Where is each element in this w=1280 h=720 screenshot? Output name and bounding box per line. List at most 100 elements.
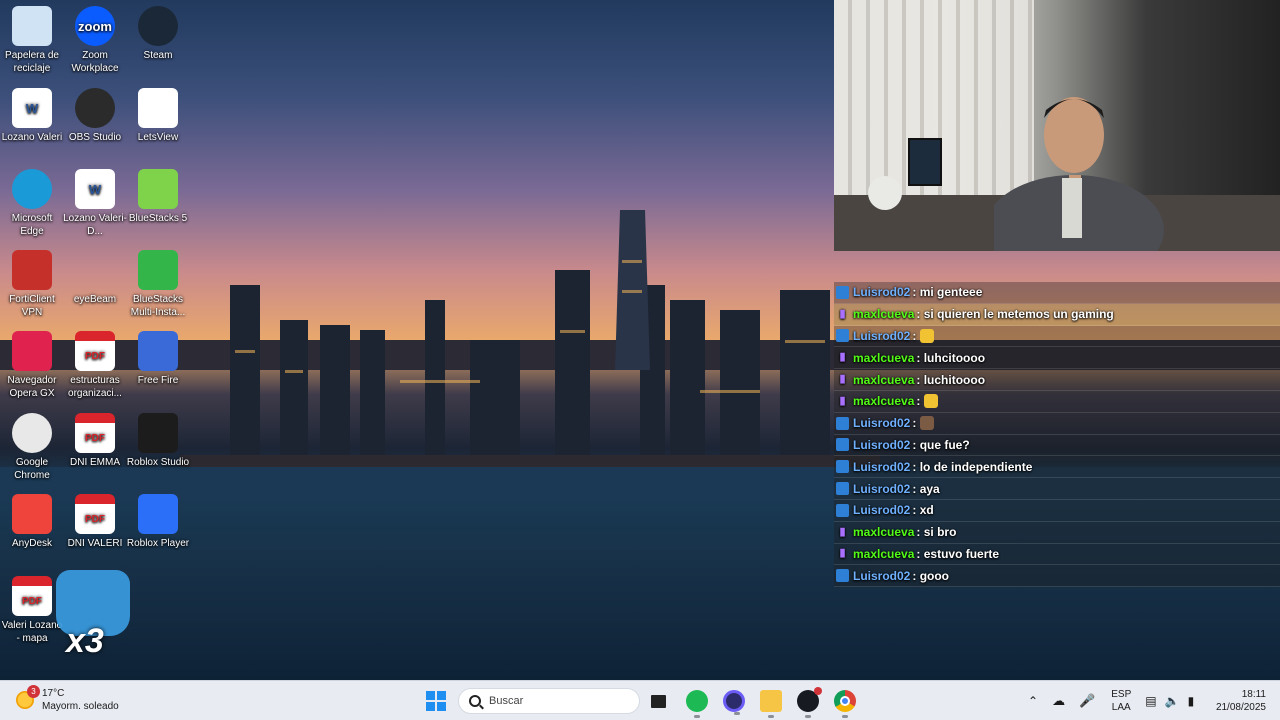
- search-placeholder: Buscar: [489, 695, 524, 707]
- chat-text: : gooo: [912, 568, 950, 583]
- steam-taskbar-icon[interactable]: [797, 687, 822, 718]
- desktop-icon[interactable]: AnyDesk: [0, 494, 64, 550]
- spotify-icon[interactable]: [686, 690, 708, 718]
- pdf-icon: PDF: [75, 331, 115, 371]
- kick-platform-icon: [836, 438, 849, 452]
- zoom-icon: zoom: [75, 6, 115, 46]
- language-code: ESP: [1111, 689, 1132, 700]
- desktop-icon[interactable]: PDF DNI VALERI: [63, 494, 127, 550]
- recycle-bin-icon: [12, 6, 52, 46]
- taskbar-search-box[interactable]: Buscar: [458, 688, 640, 714]
- search-icon: [469, 695, 481, 707]
- twitch-platform-icon: ▮: [839, 373, 846, 386]
- taskbar-clock[interactable]: 18:11 21/08/2025: [1216, 688, 1266, 714]
- chat-message: Luisrod02: xd: [834, 499, 1280, 522]
- chat-username: maxlcueva: [853, 307, 915, 322]
- desktop-icon-label: Steam: [143, 50, 173, 61]
- desktop-icon-label: Roblox Player: [126, 538, 190, 549]
- desktop-icon[interactable]: W Lozano Valeri: [0, 88, 64, 144]
- volume-icon[interactable]: 🔈: [1165, 694, 1180, 708]
- forticlient-icon: [12, 250, 52, 290]
- weather-notification-badge: 3: [27, 685, 40, 698]
- chat-message: Luisrod02: mi genteee: [834, 282, 1280, 304]
- desktop-icon-label: Lozano Valeri: [1, 132, 63, 143]
- desktop-icon[interactable]: PDF Valeri Lozano - mapa: [0, 576, 64, 645]
- obs-taskbar-icon[interactable]: [723, 690, 745, 715]
- webcam-feed: [834, 0, 1280, 251]
- chat-username: Luisrod02: [853, 503, 911, 518]
- desktop-icon[interactable]: zoom Zoom Workplace: [63, 6, 127, 75]
- clock-date: 21/08/2025: [1215, 702, 1266, 713]
- chat-text: : si quieren le metemos un gaming: [916, 307, 1114, 322]
- sun-icon: 3: [16, 685, 40, 709]
- desktop-icon[interactable]: Roblox Studio: [126, 413, 190, 469]
- desktop-icon[interactable]: eyeBeam: [63, 250, 127, 306]
- desktop-icon-label: Google Chrome: [14, 457, 50, 481]
- desktop-icon[interactable]: PDF estructuras organizaci...: [63, 331, 127, 400]
- desktop-icon-label: DNI EMMA: [70, 457, 120, 468]
- chrome-icon: [12, 413, 52, 453]
- desktop-icon-label: Microsoft Edge: [11, 213, 53, 237]
- chrome-taskbar-icon[interactable]: [834, 690, 856, 718]
- desktop-icon[interactable]: Google Chrome: [0, 413, 64, 482]
- twitch-platform-icon: ▮: [839, 307, 846, 320]
- eyebeam-icon: [75, 250, 115, 290]
- desktop-icon[interactable]: BlueStacks 5: [126, 169, 190, 225]
- twitch-platform-icon: ▮: [839, 547, 846, 560]
- desktop-icon[interactable]: OBS Studio: [63, 88, 127, 144]
- weather-widget[interactable]: 3 17°C Mayorm. soleado: [16, 685, 119, 713]
- start-button[interactable]: [426, 691, 446, 711]
- kick-platform-icon: [836, 416, 849, 430]
- desktop-icon[interactable]: W Lozano Valeri- D...: [63, 169, 127, 238]
- chat-username: Luisrod02: [853, 328, 911, 343]
- network-icon[interactable]: ▤: [1145, 694, 1156, 708]
- desktop-icon[interactable]: BlueStacks Multi-Insta...: [126, 250, 190, 319]
- kick-platform-icon: [836, 569, 849, 583]
- pdf-icon: PDF: [75, 413, 115, 453]
- folder-icon[interactable]: [760, 690, 782, 718]
- chat-message: ▮ maxlcueva:: [834, 390, 1280, 413]
- hand-emoji: [924, 394, 939, 409]
- hand-emoji: [920, 328, 935, 343]
- twitch-platform-icon: ▮: [839, 394, 846, 407]
- streamer-image: [994, 97, 1164, 251]
- icon-glyph: W: [88, 181, 102, 197]
- chat-text: : si bro: [916, 525, 957, 540]
- chevron-up-icon[interactable]: ⌃: [1028, 694, 1038, 708]
- keyboard-language[interactable]: ESP LAA: [1111, 688, 1131, 714]
- desktop-icon[interactable]: Free Fire: [126, 331, 190, 387]
- kick-platform-icon: [836, 285, 849, 299]
- chat-text: : luhcitoooo: [916, 350, 986, 365]
- kick-platform-icon: [836, 503, 849, 517]
- desktop-icon[interactable]: Microsoft Edge: [0, 169, 64, 238]
- desktop-icon[interactable]: Papelera de reciclaje: [0, 6, 64, 75]
- anydesk-icon: [12, 494, 52, 534]
- twitch-platform-icon: ▮: [839, 351, 846, 364]
- desktop-icon[interactable]: Navegador Opera GX: [0, 331, 64, 400]
- icon-glyph: PDF: [85, 513, 105, 525]
- letsview-icon: [138, 88, 178, 128]
- desktop-icon[interactable]: LetsView: [126, 88, 190, 144]
- steam-icon: [138, 6, 178, 46]
- desktop-icon-label: LetsView: [137, 132, 179, 143]
- desktop-icon[interactable]: Steam: [126, 6, 190, 62]
- desktop-icon[interactable]: PDF DNI EMMA: [63, 413, 127, 469]
- roblox-player-icon: [138, 494, 178, 534]
- desktop-icon-label: AnyDesk: [11, 538, 52, 549]
- bluestacks-icon: [138, 169, 178, 209]
- desktop-icon-label: BlueStacks Multi-Insta...: [130, 294, 186, 318]
- desktop-icon-label: FortiClient VPN: [9, 294, 55, 318]
- word-doc-icon: W: [75, 169, 115, 209]
- microphone-icon[interactable]: 🎤: [1079, 693, 1095, 709]
- weather-condition: Mayorm. soleado: [42, 701, 119, 712]
- desktop-icon[interactable]: Roblox Player: [126, 494, 190, 550]
- battery-icon[interactable]: ▮: [1188, 694, 1195, 708]
- tablet-image: [908, 138, 942, 186]
- chat-username: maxlcueva: [853, 372, 915, 387]
- onedrive-cloud-icon[interactable]: ☁: [1052, 693, 1065, 709]
- twitch-platform-icon: ▮: [839, 525, 846, 538]
- chat-message: ▮ maxlcueva: si bro: [834, 521, 1280, 544]
- desktop-icon[interactable]: FortiClient VPN: [0, 250, 64, 319]
- task-view-icon[interactable]: [648, 690, 670, 712]
- chat-username: Luisrod02: [853, 568, 911, 583]
